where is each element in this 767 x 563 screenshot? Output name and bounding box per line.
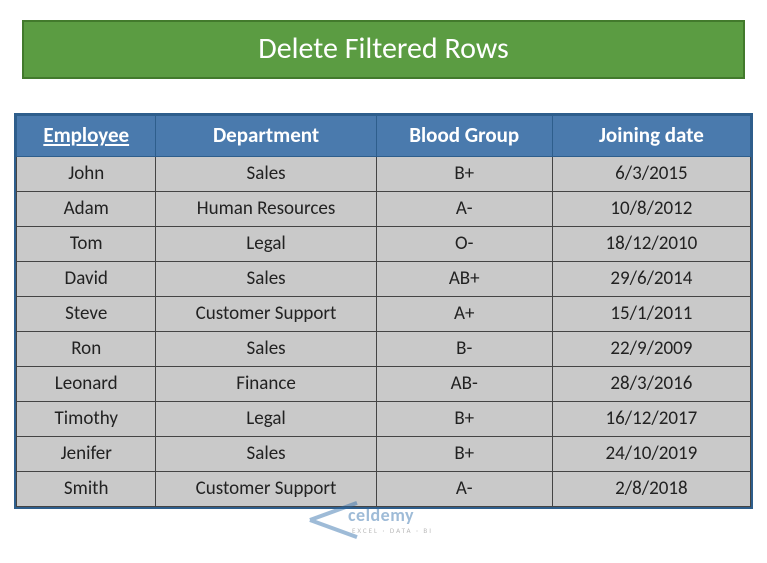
cell-joining-date[interactable]: 29/6/2014 xyxy=(552,262,750,297)
employee-table: Employee Department Blood Group Joining … xyxy=(16,115,751,507)
cell-employee[interactable]: Leonard xyxy=(17,367,156,402)
cell-joining-date[interactable]: 2/8/2018 xyxy=(552,472,750,507)
cell-department[interactable]: Human Resources xyxy=(156,192,376,227)
cell-department[interactable]: Customer Support xyxy=(156,297,376,332)
cell-department[interactable]: Legal xyxy=(156,227,376,262)
cell-blood-group[interactable]: A- xyxy=(376,192,552,227)
cell-employee[interactable]: John xyxy=(17,157,156,192)
employee-table-container: Employee Department Blood Group Joining … xyxy=(14,113,753,509)
cell-blood-group[interactable]: AB- xyxy=(376,367,552,402)
cell-department[interactable]: Legal xyxy=(156,402,376,437)
cell-joining-date[interactable]: 6/3/2015 xyxy=(552,157,750,192)
cell-department[interactable]: Customer Support xyxy=(156,472,376,507)
table-row[interactable]: Steve Customer Support A+ 15/1/2011 xyxy=(17,297,751,332)
cell-joining-date[interactable]: 28/3/2016 xyxy=(552,367,750,402)
table-row[interactable]: Jenifer Sales B+ 24/10/2019 xyxy=(17,437,751,472)
cell-department[interactable]: Sales xyxy=(156,332,376,367)
cell-blood-group[interactable]: A- xyxy=(376,472,552,507)
cell-blood-group[interactable]: B- xyxy=(376,332,552,367)
cell-blood-group[interactable]: O- xyxy=(376,227,552,262)
table-body: John Sales B+ 6/3/2015 Adam Human Resour… xyxy=(17,157,751,507)
cell-joining-date[interactable]: 22/9/2009 xyxy=(552,332,750,367)
cell-employee[interactable]: Adam xyxy=(17,192,156,227)
table-row[interactable]: Timothy Legal B+ 16/12/2017 xyxy=(17,402,751,437)
cell-department[interactable]: Sales xyxy=(156,437,376,472)
cell-department[interactable]: Finance xyxy=(156,367,376,402)
cell-joining-date[interactable]: 16/12/2017 xyxy=(552,402,750,437)
cell-employee[interactable]: Jenifer xyxy=(17,437,156,472)
cell-blood-group[interactable]: AB+ xyxy=(376,262,552,297)
cell-employee[interactable]: Timothy xyxy=(17,402,156,437)
cell-employee[interactable]: Smith xyxy=(17,472,156,507)
cell-employee[interactable]: Ron xyxy=(17,332,156,367)
cell-blood-group[interactable]: B+ xyxy=(376,402,552,437)
header-department[interactable]: Department xyxy=(156,116,376,157)
table-row[interactable]: Tom Legal O- 18/12/2010 xyxy=(17,227,751,262)
cell-department[interactable]: Sales xyxy=(156,157,376,192)
table-header-row: Employee Department Blood Group Joining … xyxy=(17,116,751,157)
cell-blood-group[interactable]: A+ xyxy=(376,297,552,332)
page-title: Delete Filtered Rows xyxy=(22,20,745,79)
cell-employee[interactable]: David xyxy=(17,262,156,297)
header-blood-group[interactable]: Blood Group xyxy=(376,116,552,157)
cell-joining-date[interactable]: 18/12/2010 xyxy=(552,227,750,262)
table-row[interactable]: John Sales B+ 6/3/2015 xyxy=(17,157,751,192)
header-joining-date[interactable]: Joining date xyxy=(552,116,750,157)
watermark-stroke-icon xyxy=(309,518,357,539)
table-row[interactable]: Ron Sales B- 22/9/2009 xyxy=(17,332,751,367)
cell-employee[interactable]: Tom xyxy=(17,227,156,262)
table-row[interactable]: Leonard Finance AB- 28/3/2016 xyxy=(17,367,751,402)
cell-joining-date[interactable]: 24/10/2019 xyxy=(552,437,750,472)
table-row[interactable]: David Sales AB+ 29/6/2014 xyxy=(17,262,751,297)
table-row[interactable]: Smith Customer Support A- 2/8/2018 xyxy=(17,472,751,507)
table-row[interactable]: Adam Human Resources A- 10/8/2012 xyxy=(17,192,751,227)
cell-department[interactable]: Sales xyxy=(156,262,376,297)
cell-blood-group[interactable]: B+ xyxy=(376,157,552,192)
cell-joining-date[interactable]: 10/8/2012 xyxy=(552,192,750,227)
cell-joining-date[interactable]: 15/1/2011 xyxy=(552,297,750,332)
cell-blood-group[interactable]: B+ xyxy=(376,437,552,472)
watermark-tagline: EXCEL · DATA · BI xyxy=(352,526,433,535)
cell-employee[interactable]: Steve xyxy=(17,297,156,332)
header-employee[interactable]: Employee xyxy=(17,116,156,157)
